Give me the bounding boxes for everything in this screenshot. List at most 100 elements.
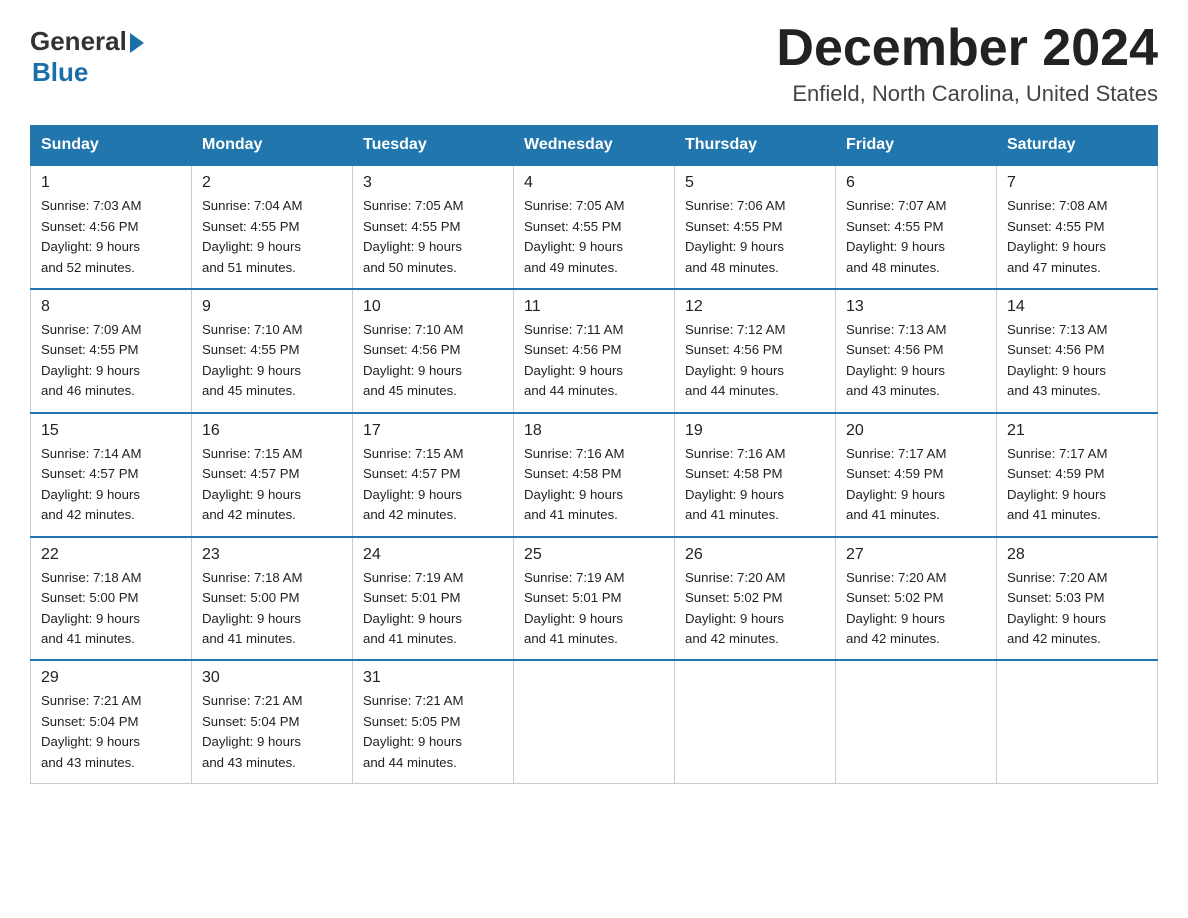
calendar-cell: 20 Sunrise: 7:17 AMSunset: 4:59 PMDayligh… bbox=[836, 413, 997, 537]
day-info: Sunrise: 7:07 AMSunset: 4:55 PMDaylight:… bbox=[846, 196, 986, 278]
day-info: Sunrise: 7:15 AMSunset: 4:57 PMDaylight:… bbox=[363, 444, 503, 526]
day-number: 11 bbox=[524, 298, 664, 316]
week-row-3: 15 Sunrise: 7:14 AMSunset: 4:57 PMDayligh… bbox=[31, 413, 1158, 537]
logo-blue-text: Blue bbox=[32, 57, 88, 88]
calendar-cell: 7Sunrise: 7:08 AMSunset: 4:55 PMDaylight… bbox=[997, 165, 1158, 289]
calendar-cell: 26 Sunrise: 7:20 AMSunset: 5:02 PMDayligh… bbox=[675, 537, 836, 661]
calendar-cell: 25Sunrise: 7:19 AMSunset: 5:01 PMDayligh… bbox=[514, 537, 675, 661]
calendar-cell: 10 Sunrise: 7:10 AMSunset: 4:56 PMDayligh… bbox=[353, 289, 514, 413]
day-info: Sunrise: 7:21 AMSunset: 5:04 PMDaylight:… bbox=[41, 691, 181, 773]
day-number: 26 bbox=[685, 546, 825, 564]
day-number: 28 bbox=[1007, 546, 1147, 564]
calendar-cell: 27 Sunrise: 7:20 AMSunset: 5:02 PMDayligh… bbox=[836, 537, 997, 661]
day-number: 21 bbox=[1007, 422, 1147, 440]
day-info: Sunrise: 7:18 AMSunset: 5:00 PMDaylight:… bbox=[202, 568, 342, 650]
day-info: Sunrise: 7:10 AMSunset: 4:56 PMDaylight:… bbox=[363, 320, 503, 402]
day-info: Sunrise: 7:15 AMSunset: 4:57 PMDaylight:… bbox=[202, 444, 342, 526]
calendar-cell: 5 Sunrise: 7:06 AMSunset: 4:55 PMDaylight… bbox=[675, 165, 836, 289]
day-number: 10 bbox=[363, 298, 503, 316]
calendar-cell: 16 Sunrise: 7:15 AMSunset: 4:57 PMDayligh… bbox=[192, 413, 353, 537]
day-number: 20 bbox=[846, 422, 986, 440]
day-number: 24 bbox=[363, 546, 503, 564]
location-subtitle: Enfield, North Carolina, United States bbox=[776, 81, 1158, 107]
header-friday: Friday bbox=[836, 126, 997, 166]
day-number: 4 bbox=[524, 174, 664, 192]
calendar-cell bbox=[675, 660, 836, 783]
calendar-cell: 18Sunrise: 7:16 AMSunset: 4:58 PMDayligh… bbox=[514, 413, 675, 537]
calendar-cell: 3Sunrise: 7:05 AMSunset: 4:55 PMDaylight… bbox=[353, 165, 514, 289]
day-number: 19 bbox=[685, 422, 825, 440]
calendar-cell bbox=[997, 660, 1158, 783]
calendar-cell: 14 Sunrise: 7:13 AMSunset: 4:56 PMDayligh… bbox=[997, 289, 1158, 413]
day-number: 3 bbox=[363, 174, 503, 192]
calendar-cell: 13 Sunrise: 7:13 AMSunset: 4:56 PMDayligh… bbox=[836, 289, 997, 413]
title-block: December 2024 Enfield, North Carolina, U… bbox=[776, 20, 1158, 107]
day-info: Sunrise: 7:17 AMSunset: 4:59 PMDaylight:… bbox=[1007, 444, 1147, 526]
header-tuesday: Tuesday bbox=[353, 126, 514, 166]
day-info: Sunrise: 7:21 AMSunset: 5:05 PMDaylight:… bbox=[363, 691, 503, 773]
day-number: 31 bbox=[363, 669, 503, 687]
calendar-cell: 23Sunrise: 7:18 AMSunset: 5:00 PMDayligh… bbox=[192, 537, 353, 661]
day-number: 14 bbox=[1007, 298, 1147, 316]
day-info: Sunrise: 7:19 AMSunset: 5:01 PMDaylight:… bbox=[524, 568, 664, 650]
day-number: 16 bbox=[202, 422, 342, 440]
week-row-5: 29 Sunrise: 7:21 AMSunset: 5:04 PMDayligh… bbox=[31, 660, 1158, 783]
calendar-cell: 12 Sunrise: 7:12 AMSunset: 4:56 PMDayligh… bbox=[675, 289, 836, 413]
day-info: Sunrise: 7:14 AMSunset: 4:57 PMDaylight:… bbox=[41, 444, 181, 526]
header-saturday: Saturday bbox=[997, 126, 1158, 166]
day-info: Sunrise: 7:20 AMSunset: 5:02 PMDaylight:… bbox=[685, 568, 825, 650]
day-number: 9 bbox=[202, 298, 342, 316]
day-number: 1 bbox=[41, 174, 181, 192]
day-info: Sunrise: 7:05 AMSunset: 4:55 PMDaylight:… bbox=[524, 196, 664, 278]
day-info: Sunrise: 7:16 AMSunset: 4:58 PMDaylight:… bbox=[685, 444, 825, 526]
calendar-table: SundayMondayTuesdayWednesdayThursdayFrid… bbox=[30, 125, 1158, 784]
day-info: Sunrise: 7:16 AMSunset: 4:58 PMDaylight:… bbox=[524, 444, 664, 526]
day-number: 15 bbox=[41, 422, 181, 440]
calendar-cell bbox=[514, 660, 675, 783]
week-row-1: 1 Sunrise: 7:03 AMSunset: 4:56 PMDaylight… bbox=[31, 165, 1158, 289]
logo-general-text: General bbox=[30, 26, 127, 57]
day-info: Sunrise: 7:10 AMSunset: 4:55 PMDaylight:… bbox=[202, 320, 342, 402]
day-number: 5 bbox=[685, 174, 825, 192]
day-number: 17 bbox=[363, 422, 503, 440]
calendar-cell: 6 Sunrise: 7:07 AMSunset: 4:55 PMDaylight… bbox=[836, 165, 997, 289]
week-row-4: 22Sunrise: 7:18 AMSunset: 5:00 PMDayligh… bbox=[31, 537, 1158, 661]
calendar-cell: 30Sunrise: 7:21 AMSunset: 5:04 PMDayligh… bbox=[192, 660, 353, 783]
day-info: Sunrise: 7:12 AMSunset: 4:56 PMDaylight:… bbox=[685, 320, 825, 402]
calendar-cell: 22Sunrise: 7:18 AMSunset: 5:00 PMDayligh… bbox=[31, 537, 192, 661]
day-info: Sunrise: 7:04 AMSunset: 4:55 PMDaylight:… bbox=[202, 196, 342, 278]
day-number: 12 bbox=[685, 298, 825, 316]
calendar-cell: 19 Sunrise: 7:16 AMSunset: 4:58 PMDayligh… bbox=[675, 413, 836, 537]
day-info: Sunrise: 7:13 AMSunset: 4:56 PMDaylight:… bbox=[846, 320, 986, 402]
day-number: 27 bbox=[846, 546, 986, 564]
day-info: Sunrise: 7:20 AMSunset: 5:03 PMDaylight:… bbox=[1007, 568, 1147, 650]
day-info: Sunrise: 7:18 AMSunset: 5:00 PMDaylight:… bbox=[41, 568, 181, 650]
calendar-cell: 11 Sunrise: 7:11 AMSunset: 4:56 PMDayligh… bbox=[514, 289, 675, 413]
logo: General Blue bbox=[30, 20, 144, 88]
header-wednesday: Wednesday bbox=[514, 126, 675, 166]
day-info: Sunrise: 7:09 AMSunset: 4:55 PMDaylight:… bbox=[41, 320, 181, 402]
header-thursday: Thursday bbox=[675, 126, 836, 166]
day-info: Sunrise: 7:17 AMSunset: 4:59 PMDaylight:… bbox=[846, 444, 986, 526]
header-monday: Monday bbox=[192, 126, 353, 166]
header-sunday: Sunday bbox=[31, 126, 192, 166]
day-number: 29 bbox=[41, 669, 181, 687]
day-number: 13 bbox=[846, 298, 986, 316]
day-info: Sunrise: 7:13 AMSunset: 4:56 PMDaylight:… bbox=[1007, 320, 1147, 402]
day-info: Sunrise: 7:06 AMSunset: 4:55 PMDaylight:… bbox=[685, 196, 825, 278]
calendar-cell: 9 Sunrise: 7:10 AMSunset: 4:55 PMDaylight… bbox=[192, 289, 353, 413]
day-info: Sunrise: 7:08 AMSunset: 4:55 PMDaylight:… bbox=[1007, 196, 1147, 278]
logo-arrow-icon bbox=[130, 33, 144, 53]
day-info: Sunrise: 7:20 AMSunset: 5:02 PMDaylight:… bbox=[846, 568, 986, 650]
day-info: Sunrise: 7:11 AMSunset: 4:56 PMDaylight:… bbox=[524, 320, 664, 402]
calendar-cell bbox=[836, 660, 997, 783]
calendar-cell: 28 Sunrise: 7:20 AMSunset: 5:03 PMDayligh… bbox=[997, 537, 1158, 661]
calendar-cell: 21 Sunrise: 7:17 AMSunset: 4:59 PMDayligh… bbox=[997, 413, 1158, 537]
day-info: Sunrise: 7:03 AMSunset: 4:56 PMDaylight:… bbox=[41, 196, 181, 278]
calendar-cell: 1 Sunrise: 7:03 AMSunset: 4:56 PMDaylight… bbox=[31, 165, 192, 289]
calendar-cell: 17 Sunrise: 7:15 AMSunset: 4:57 PMDayligh… bbox=[353, 413, 514, 537]
day-number: 6 bbox=[846, 174, 986, 192]
calendar-cell: 31 Sunrise: 7:21 AMSunset: 5:05 PMDayligh… bbox=[353, 660, 514, 783]
week-row-2: 8Sunrise: 7:09 AMSunset: 4:55 PMDaylight… bbox=[31, 289, 1158, 413]
day-info: Sunrise: 7:21 AMSunset: 5:04 PMDaylight:… bbox=[202, 691, 342, 773]
